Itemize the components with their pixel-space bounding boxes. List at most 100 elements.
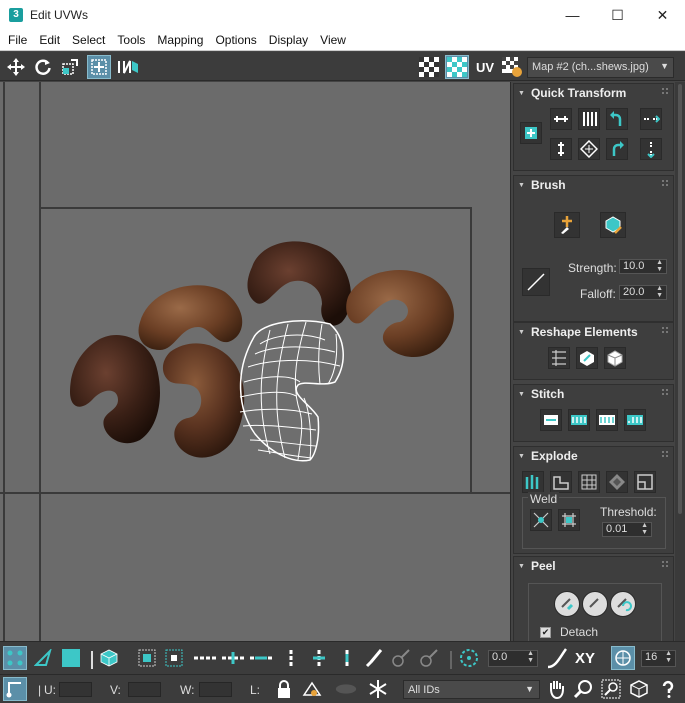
quick-peel-icon[interactable] xyxy=(554,591,580,617)
rotate-ccw-icon[interactable] xyxy=(606,108,628,130)
absolute-mode-icon[interactable] xyxy=(3,677,27,701)
grow-selection-icon[interactable] xyxy=(135,646,159,670)
reshape-elements-header[interactable]: ▼ Reshape Elements xyxy=(514,323,673,341)
stitch-to-target-icon[interactable] xyxy=(624,409,646,431)
pivot-icon[interactable] xyxy=(520,122,542,144)
menu-display[interactable]: Display xyxy=(263,33,314,47)
falloff-spinner[interactable]: 20.0 ▲ ▼ xyxy=(619,285,667,300)
stitch-header[interactable]: ▼ Stitch xyxy=(514,385,673,403)
freeze-icon[interactable] xyxy=(366,677,390,701)
vertex-select-icon[interactable] xyxy=(3,646,27,670)
paint-select-shrink-icon[interactable] xyxy=(417,646,441,670)
spinner-arrows-icon[interactable]: ▲ ▼ xyxy=(656,259,663,273)
hide-icon[interactable] xyxy=(300,677,324,701)
zoom-region-icon[interactable] xyxy=(599,677,623,701)
polygon-select-icon[interactable] xyxy=(59,646,83,670)
uv-editor-viewport[interactable] xyxy=(0,82,511,641)
ring-icon[interactable] xyxy=(279,646,303,670)
paint-select-icon[interactable] xyxy=(361,646,385,670)
soft-selection-icon[interactable] xyxy=(545,646,569,670)
zoom-extents-icon[interactable] xyxy=(627,677,651,701)
shrink-selection-icon[interactable] xyxy=(162,646,186,670)
edge-select-icon[interactable] xyxy=(31,646,55,670)
pan-icon[interactable] xyxy=(544,677,568,701)
maximize-button[interactable]: ☐ xyxy=(595,0,640,30)
flatten-by-smoothing-icon[interactable] xyxy=(634,471,656,493)
stitch-average-icon[interactable] xyxy=(596,409,618,431)
scale-icon[interactable] xyxy=(58,55,82,79)
v-coord-field[interactable] xyxy=(128,682,161,697)
rotate-icon[interactable] xyxy=(31,55,55,79)
uv-toggle-button[interactable]: UV xyxy=(473,55,497,79)
close-button[interactable]: ✕ xyxy=(640,0,685,30)
weld-target-icon[interactable] xyxy=(558,509,580,531)
straighten-vertical-icon[interactable] xyxy=(640,138,662,160)
zoom-icon[interactable] xyxy=(571,677,595,701)
menu-view[interactable]: View xyxy=(314,33,352,47)
id-filter-dropdown[interactable]: All IDs ▼ xyxy=(403,680,540,699)
explode-header[interactable]: ▼ Explode xyxy=(514,447,673,465)
peel-mode-icon[interactable] xyxy=(582,591,608,617)
menu-select[interactable]: Select xyxy=(66,33,111,47)
map-selector-dropdown[interactable]: Map #2 (ch...shews.jpg) ▼ xyxy=(527,57,674,78)
brush-header[interactable]: ▼ Brush xyxy=(514,176,673,194)
menu-edit[interactable]: Edit xyxy=(33,33,66,47)
strength-spinner[interactable]: 10.0 ▲ ▼ xyxy=(619,259,667,274)
unhide-icon[interactable] xyxy=(334,677,358,701)
xy-axis-button[interactable]: XY xyxy=(573,646,597,670)
u-coord-field[interactable] xyxy=(59,682,92,697)
stitch-custom-icon[interactable] xyxy=(540,409,562,431)
w-coord-field[interactable] xyxy=(199,682,232,697)
element-select-icon[interactable] xyxy=(97,646,121,670)
rotate-cw-icon[interactable] xyxy=(606,138,628,160)
menu-options[interactable]: Options xyxy=(209,33,262,47)
detach-checkbox[interactable]: ✔ xyxy=(540,627,551,638)
straighten-horizontal-icon[interactable] xyxy=(640,108,662,130)
relax-until-flat-icon[interactable] xyxy=(576,347,598,369)
relax-brush-icon[interactable] xyxy=(600,212,626,238)
scrollbar-thumb[interactable] xyxy=(678,84,682,514)
uv-canvas[interactable] xyxy=(0,82,511,641)
break-by-material-icon[interactable] xyxy=(578,471,600,493)
spinner-arrows-icon[interactable]: ▲ ▼ xyxy=(656,285,663,299)
loop-icon[interactable] xyxy=(193,646,217,670)
texture-options-icon[interactable] xyxy=(500,55,524,79)
loop-grow-icon[interactable] xyxy=(221,646,245,670)
flatten-by-polygon-icon[interactable] xyxy=(606,471,628,493)
spinner-arrows-icon[interactable]: ▲ ▼ xyxy=(527,650,534,664)
checker-pattern-icon[interactable] xyxy=(417,55,441,79)
panel-scrollbar[interactable] xyxy=(675,82,685,641)
break-by-smoothing-icon[interactable] xyxy=(550,471,572,493)
paint-move-icon[interactable] xyxy=(554,212,580,238)
reset-peel-icon[interactable] xyxy=(610,591,636,617)
brush-stroke-icon[interactable] xyxy=(522,268,550,296)
grid-snap-icon[interactable] xyxy=(611,646,635,670)
ring-grow-icon[interactable] xyxy=(307,646,331,670)
mirror-icon[interactable] xyxy=(116,55,140,79)
rotation-spinner[interactable]: 0.0 ▲ ▼ xyxy=(488,650,538,667)
peel-header[interactable]: ▼ Peel xyxy=(514,557,673,575)
straighten-selection-icon[interactable] xyxy=(548,347,570,369)
threshold-spinner[interactable]: 0.01 ▲ ▼ xyxy=(602,522,652,537)
ring-shrink-icon[interactable] xyxy=(335,646,359,670)
align-horizontal-icon[interactable] xyxy=(550,108,572,130)
align-vertical-icon[interactable] xyxy=(550,138,572,160)
rotation-icon[interactable] xyxy=(457,646,481,670)
menu-tools[interactable]: Tools xyxy=(111,33,151,47)
snap-spinner[interactable]: 16 ▲ ▼ xyxy=(641,650,676,667)
space-horizontal-icon[interactable] xyxy=(578,108,600,130)
freeform-mode-icon[interactable] xyxy=(87,55,111,79)
paint-select-grow-icon[interactable] xyxy=(389,646,413,670)
stitch-to-source-icon[interactable] xyxy=(568,409,590,431)
spinner-arrows-icon[interactable]: ▲ ▼ xyxy=(641,522,648,536)
spinner-arrows-icon[interactable]: ▲ ▼ xyxy=(665,650,672,664)
quick-transform-header[interactable]: ▼ Quick Transform xyxy=(514,84,673,102)
minimize-button[interactable]: — xyxy=(550,0,595,30)
show-map-icon[interactable] xyxy=(445,55,469,79)
menu-file[interactable]: File xyxy=(0,33,33,47)
menu-mapping[interactable]: Mapping xyxy=(151,33,209,47)
lock-icon[interactable] xyxy=(272,677,296,701)
relax-icon[interactable] xyxy=(604,347,626,369)
break-by-polygon-icon[interactable] xyxy=(522,471,544,493)
help-icon[interactable] xyxy=(656,677,680,701)
